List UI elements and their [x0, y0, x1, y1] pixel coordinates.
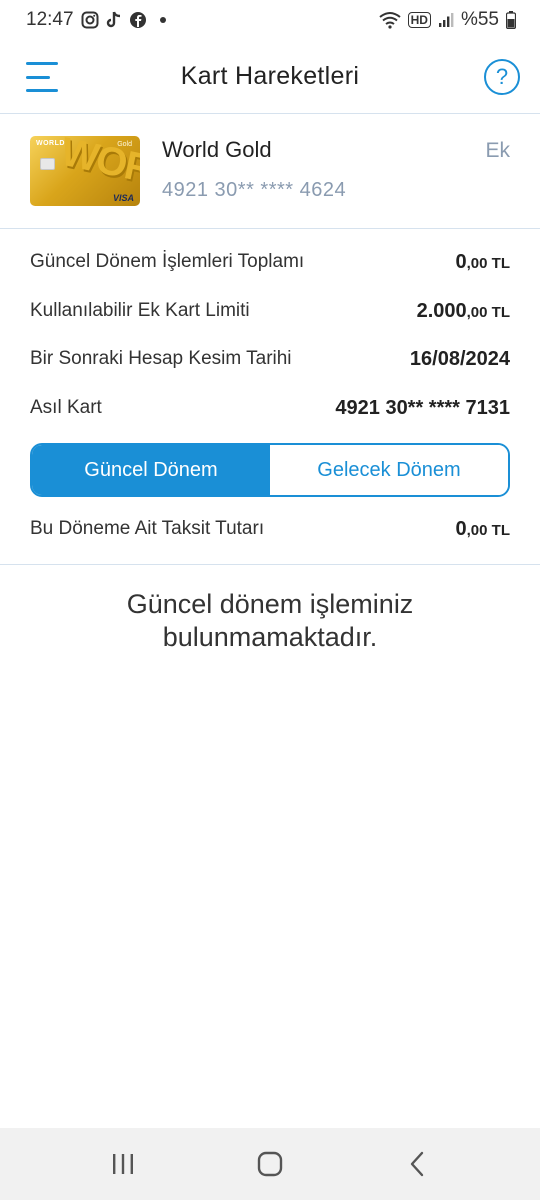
tab-current-period[interactable]: Güncel Dönem [32, 445, 270, 495]
info-label: Kullanılabilir Ek Kart Limiti [30, 300, 250, 321]
system-nav-bar [0, 1128, 540, 1200]
card-summary[interactable]: WORLD Gold WORLD VISA World Gold 4921 30… [0, 115, 540, 229]
info-label: Güncel Dönem İşlemleri Toplamı [30, 251, 305, 272]
info-row-limit: Kullanılabilir Ek Kart Limiti 2.000,00 T… [30, 296, 510, 326]
status-bar: 12:47 HD %55 [0, 0, 540, 40]
help-icon[interactable]: ? [484, 59, 520, 95]
chip-icon [40, 158, 55, 170]
page-title: Kart Hareketleri [180, 62, 360, 90]
facebook-icon [129, 11, 147, 29]
divider [0, 564, 540, 565]
card-image-network: VISA [112, 193, 134, 203]
info-value: 16/08/2024 [409, 347, 510, 370]
app-header: Kart Hareketleri ? [0, 40, 540, 114]
recent-apps-icon[interactable] [93, 1144, 153, 1184]
period-tabs: Güncel Dönem Gelecek Dönem [30, 443, 510, 497]
info-row-installment: Bu Döneme Ait Taksit Tutarı 0,00 TL [30, 514, 510, 544]
info-row-main-card: Asıl Kart 4921 30** **** 7131 [30, 393, 510, 423]
battery-icon [506, 11, 516, 29]
card-name: World Gold [162, 137, 272, 162]
back-icon[interactable] [387, 1144, 447, 1184]
card-image: WORLD Gold WORLD VISA [30, 136, 140, 206]
info-value: 0,00 TL [455, 250, 510, 273]
battery-percent: %55 [460, 9, 499, 30]
card-type: Ek [485, 139, 510, 162]
signal-icon [438, 12, 454, 28]
status-left: 12:47 [26, 9, 166, 31]
tab-next-period[interactable]: Gelecek Dönem [270, 445, 508, 495]
status-right: HD %55 [379, 9, 516, 31]
info-row-total: Güncel Dönem İşlemleri Toplamı 0,00 TL [30, 247, 510, 277]
info-value: 2.000,00 TL [416, 299, 510, 322]
hamburger-menu-icon[interactable] [26, 62, 58, 92]
instagram-icon [81, 11, 99, 29]
info-label: Asıl Kart [30, 397, 102, 418]
wifi-icon [379, 11, 401, 29]
info-label: Bu Döneme Ait Taksit Tutarı [30, 518, 265, 539]
card-image-brand: WORLD [36, 140, 65, 147]
hd-icon: HD [407, 12, 431, 28]
home-icon[interactable] [240, 1144, 300, 1184]
info-value: 4921 30** **** 7131 [335, 396, 510, 419]
info-value: 0,00 TL [455, 517, 510, 540]
card-number: 4921 30** **** 4624 [162, 179, 347, 201]
info-label: Bir Sonraki Hesap Kesim Tarihi [30, 348, 292, 369]
info-row-cut-date: Bir Sonraki Hesap Kesim Tarihi 16/08/202… [30, 344, 510, 374]
status-time: 12:47 [26, 9, 74, 30]
tiktok-icon [106, 11, 122, 29]
empty-state-message: Güncel dönem işleminiz bulunmamaktadır. [126, 589, 414, 652]
dot-icon [159, 17, 166, 23]
